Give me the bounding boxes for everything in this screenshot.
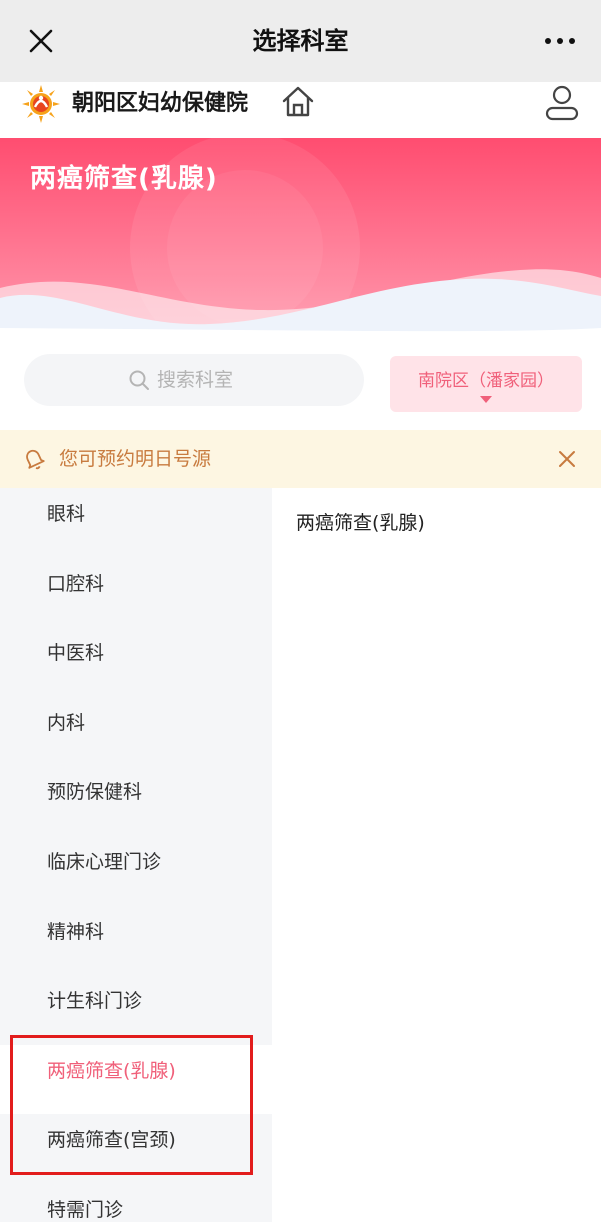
notice-close-icon[interactable] — [557, 449, 577, 469]
caret-down-icon — [480, 396, 492, 403]
sidebar-item-label: 精神科 — [47, 920, 105, 943]
sidebar-item[interactable]: 特需门诊 — [0, 1184, 272, 1222]
campus-label: 南院区（潘家园） — [418, 371, 554, 391]
sidebar-item-label: 口腔科 — [47, 572, 105, 595]
notice-bar: 您可预约明日号源 — [0, 430, 601, 488]
sidebar-item[interactable]: 精神科 — [0, 906, 272, 976]
sidebar-item-label: 特需门诊 — [47, 1199, 124, 1221]
department-banner: 两癌筛查(乳腺) — [0, 138, 601, 338]
sidebar-item-label: 中医科 — [47, 642, 105, 665]
department-item[interactable]: 两癌筛查(乳腺) — [296, 508, 425, 535]
sidebar-item-label: 计生科门诊 — [47, 990, 143, 1013]
more-icon[interactable] — [543, 26, 577, 56]
banner-title: 两癌筛查(乳腺) — [30, 164, 218, 194]
sidebar-item[interactable]: 中医科 — [0, 627, 272, 697]
sidebar-item[interactable]: 眼科 — [0, 488, 272, 558]
sidebar-item-label: 眼科 — [47, 503, 86, 525]
hospital-header: 朝阳区妇幼保健院 — [0, 82, 601, 138]
campus-selector[interactable]: 南院区（潘家园） — [390, 356, 582, 412]
top-navigation-bar: 选择科室 — [0, 0, 601, 82]
sidebar-item-active[interactable]: 两癌筛查(乳腺) — [0, 1044, 272, 1115]
sidebar-item[interactable]: 预防保健科 — [0, 766, 272, 836]
department-list-panel: 两癌筛查(乳腺) — [272, 488, 601, 1222]
search-input[interactable]: 搜索科室 — [24, 354, 364, 406]
sidebar-item[interactable]: 口腔科 — [0, 558, 272, 628]
sidebar-item[interactable]: 内科 — [0, 697, 272, 767]
sidebar-item-label: 两癌筛查(乳腺) — [47, 1059, 176, 1082]
sidebar-item-label: 两癌筛查(宫颈) — [47, 1129, 176, 1152]
home-icon[interactable] — [280, 84, 316, 120]
department-sidebar[interactable]: 眼科 口腔科 中医科 内科 预防保健科 临床心理门诊 精神科 计生科门诊 两癌筛… — [0, 488, 272, 1222]
sidebar-item-label: 临床心理门诊 — [47, 851, 162, 873]
sidebar-item[interactable]: 两癌筛查(宫颈) — [0, 1114, 272, 1184]
hospital-logo-icon — [22, 85, 60, 123]
sidebar-item-label: 内科 — [47, 711, 86, 734]
sidebar-item[interactable]: 临床心理门诊 — [0, 836, 272, 906]
sidebar-item[interactable]: 计生科门诊 — [0, 975, 272, 1045]
notice-text: 您可预约明日号源 — [59, 448, 212, 470]
user-icon[interactable] — [545, 84, 579, 122]
hospital-name: 朝阳区妇幼保健院 — [72, 91, 249, 116]
sidebar-item-label: 预防保健科 — [47, 781, 143, 804]
search-icon — [129, 370, 149, 390]
page-title: 选择科室 — [252, 27, 349, 55]
search-placeholder: 搜索科室 — [157, 369, 234, 391]
bell-icon — [26, 449, 45, 470]
